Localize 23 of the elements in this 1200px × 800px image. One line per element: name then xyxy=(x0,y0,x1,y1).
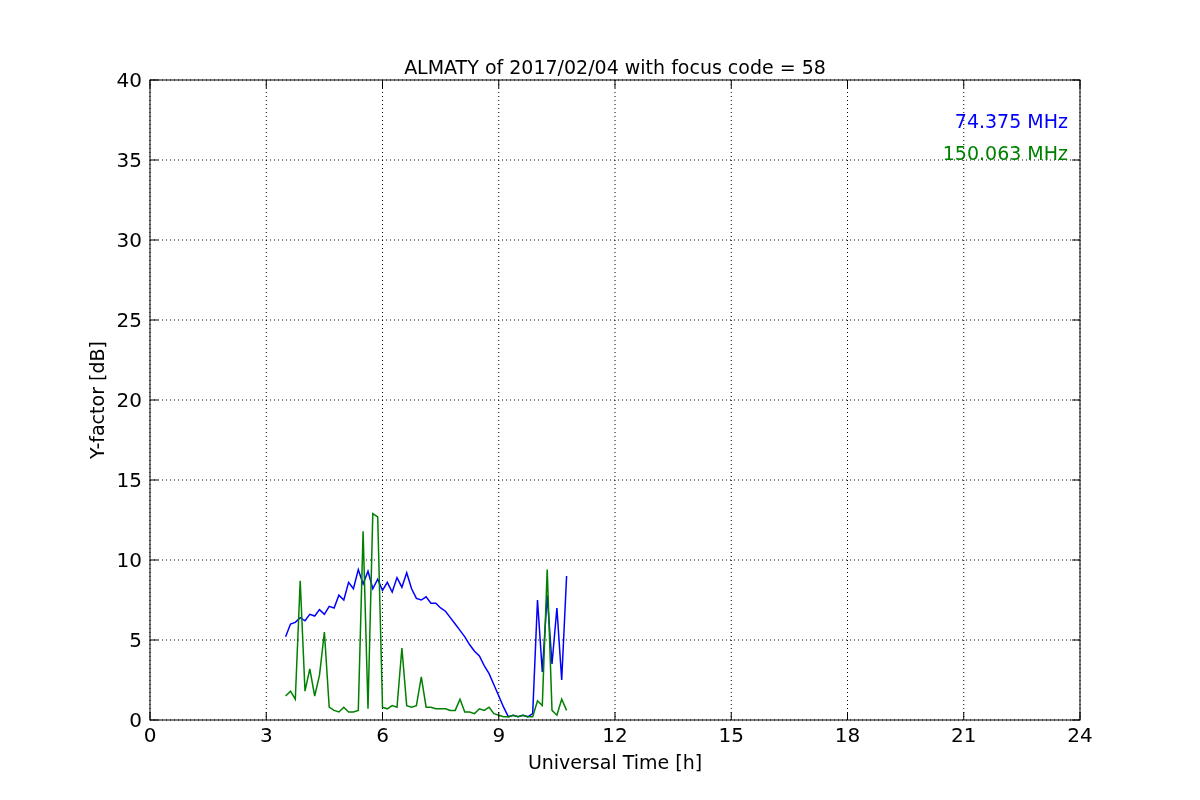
x-axis-label: Universal Time [h] xyxy=(527,751,703,773)
tick-label: 0 xyxy=(143,723,157,747)
tick-label: 25 xyxy=(116,308,142,332)
tick-label: 35 xyxy=(116,148,142,172)
y-axis-label: Y-factor [dB] xyxy=(86,341,108,459)
legend-label: 74.375 MHz xyxy=(954,110,1068,132)
tick-label: 40 xyxy=(116,68,142,92)
tick-label: 21 xyxy=(951,723,977,747)
tick-label: 6 xyxy=(376,723,389,747)
tick-label: 12 xyxy=(602,723,628,747)
tick-label: 5 xyxy=(129,628,142,652)
tick-label: 18 xyxy=(834,723,861,747)
tick-label: 20 xyxy=(116,388,142,412)
tick-label: 9 xyxy=(492,723,506,747)
tick-label: 3 xyxy=(259,723,273,747)
tick-label: 15 xyxy=(116,468,142,492)
tick-label: 24 xyxy=(1067,723,1093,747)
tick-label: 10 xyxy=(116,548,142,572)
legend-label: 150.063 MHz xyxy=(942,142,1068,164)
tick-label: 30 xyxy=(116,228,142,252)
tick-label: 0 xyxy=(129,708,142,732)
chart-title: ALMATY of 2017/02/04 with focus code = 58 xyxy=(404,56,826,78)
tick-label: 15 xyxy=(718,723,744,747)
